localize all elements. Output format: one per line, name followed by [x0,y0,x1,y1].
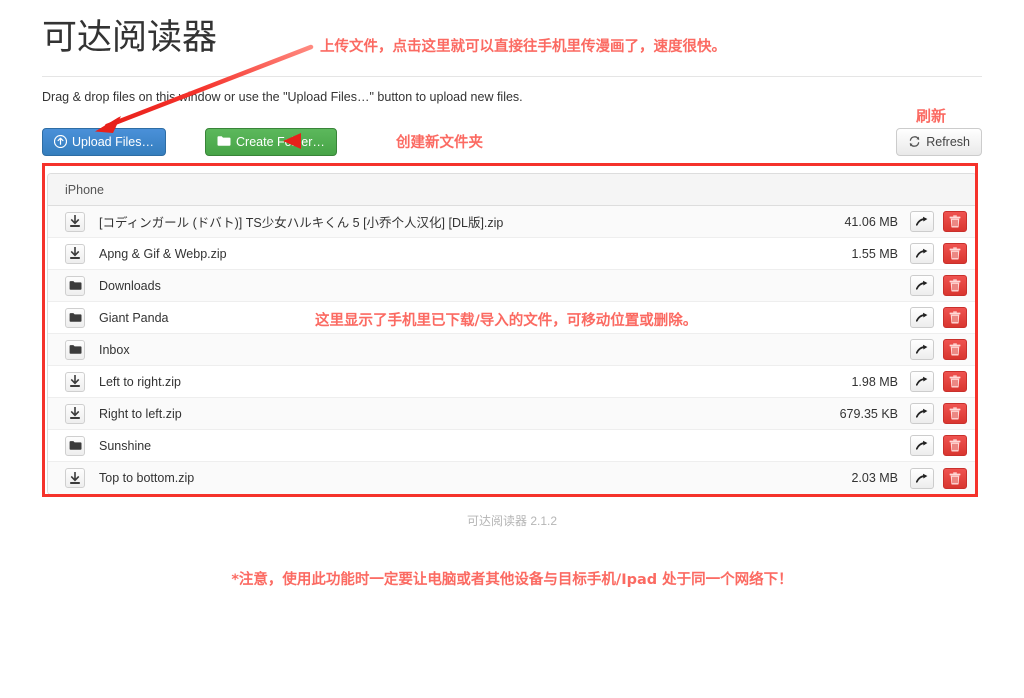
arrow-move-icon [916,473,928,483]
move-file-button[interactable] [910,435,934,456]
folder-icon [217,135,231,149]
arrow-move-icon [916,344,928,354]
arrow-move-icon [916,376,928,386]
table-row[interactable]: Sunshine [48,430,976,462]
annotation-create-folder: 创建新文件夹 [396,135,483,151]
page-title: 可达阅读器 [42,18,218,58]
delete-file-button[interactable] [943,403,967,424]
move-file-button[interactable] [910,243,934,264]
arrow-move-icon [916,280,928,290]
download-file-icon [65,243,85,264]
delete-file-button[interactable] [943,307,967,328]
move-file-button[interactable] [910,403,934,424]
delete-file-button[interactable] [943,211,967,232]
move-file-button[interactable] [910,467,934,489]
file-name: Inbox [99,342,130,357]
file-size: 1.55 MB [851,246,898,261]
file-name: Apng & Gif & Webp.zip [99,246,227,261]
toolbar: Upload Files… Create Folder… Refresh [42,128,982,156]
table-row[interactable]: Top to bottom.zip 2.03 MB [48,462,976,494]
folder-icon [65,435,85,456]
arrow-move-icon [916,440,928,450]
refresh-button[interactable]: Refresh [896,128,982,156]
move-file-button[interactable] [910,371,934,392]
folder-icon [65,275,85,296]
app-page: 可达阅读器 Drag & drop files on this window o… [42,0,982,698]
drag-drop-hint: Drag & drop files on this window or use … [42,90,523,104]
delete-file-button[interactable] [943,243,967,264]
file-name: Downloads [99,278,161,293]
delete-file-button[interactable] [943,339,967,360]
version-footer: 可达阅读器 2.1.2 [466,514,558,528]
file-name: Left to right.zip [99,374,181,389]
download-file-icon [65,211,85,232]
annotation-refresh: 刷新 [916,107,947,125]
annotation-warning: *注意，使用此功能时一定要让电脑或者其他设备与目标手机/Ipad 处于同一个网络… [231,572,793,588]
refresh-icon [908,135,921,150]
arrow-move-icon [916,216,928,226]
download-file-icon [65,403,85,424]
trash-icon [949,471,961,485]
trash-icon [949,247,961,260]
table-row[interactable]: Inbox [48,334,976,366]
upload-files-button[interactable]: Upload Files… [42,128,166,156]
trash-icon [949,215,961,228]
trash-icon [949,311,961,324]
file-size: 679.35 KB [839,406,898,421]
trash-icon [949,343,961,356]
header-divider [42,76,982,77]
move-file-button[interactable] [910,211,934,232]
move-file-button[interactable] [910,339,934,360]
table-row[interactable]: Apng & Gif & Webp.zip 1.55 MB [48,238,976,270]
file-size: 41.06 MB [844,214,898,229]
arrow-move-icon [916,408,928,418]
delete-file-button[interactable] [943,371,967,392]
trash-icon [949,279,961,292]
file-size: 1.98 MB [851,374,898,389]
annotation-file-list: 这里显示了手机里已下载/导入的文件，可移动位置或删除。 [315,313,698,329]
trash-icon [949,375,961,388]
upload-circle-icon [53,134,68,150]
arrow-move-icon [916,312,928,322]
folder-icon [65,307,85,328]
delete-file-button[interactable] [943,275,967,296]
trash-icon [949,439,961,452]
arrow-move-icon [916,248,928,258]
table-row[interactable]: [コディンガール (ドバト)] TS少女ハルキくん 5 [小乔个人汉化] [DL… [48,206,976,238]
file-size: 2.03 MB [851,471,898,485]
annotation-upload: 上传文件，点击这里就可以直接往手机里传漫画了，速度很快。 [320,39,726,55]
file-list-panel: iPhone [コディンガール (ドバト)] TS少女ハルキくん 5 [小乔个人… [47,173,977,495]
file-name: [コディンガール (ドバト)] TS少女ハルキくん 5 [小乔个人汉化] [DL… [99,216,504,230]
create-folder-label: Create Folder… [236,135,325,149]
move-file-button[interactable] [910,307,934,328]
table-row[interactable]: Downloads [48,270,976,302]
delete-file-button[interactable] [943,435,967,456]
file-name: Right to left.zip [99,406,182,421]
file-name: Top to bottom.zip [99,471,195,485]
download-file-icon [65,371,85,392]
create-folder-button[interactable]: Create Folder… [205,128,337,156]
upload-files-label: Upload Files… [72,135,154,149]
folder-icon [65,339,85,360]
delete-file-button[interactable] [943,467,967,489]
device-header: iPhone [48,174,976,206]
trash-icon [949,407,961,420]
table-row[interactable]: Right to left.zip 679.35 KB [48,398,976,430]
refresh-label: Refresh [926,135,970,149]
download-file-icon [65,468,85,488]
move-file-button[interactable] [910,275,934,296]
file-name: Sunshine [99,438,152,453]
file-rows: [コディンガール (ドバト)] TS少女ハルキくん 5 [小乔个人汉化] [DL… [48,206,976,494]
table-row[interactable]: Left to right.zip 1.98 MB [48,366,976,398]
